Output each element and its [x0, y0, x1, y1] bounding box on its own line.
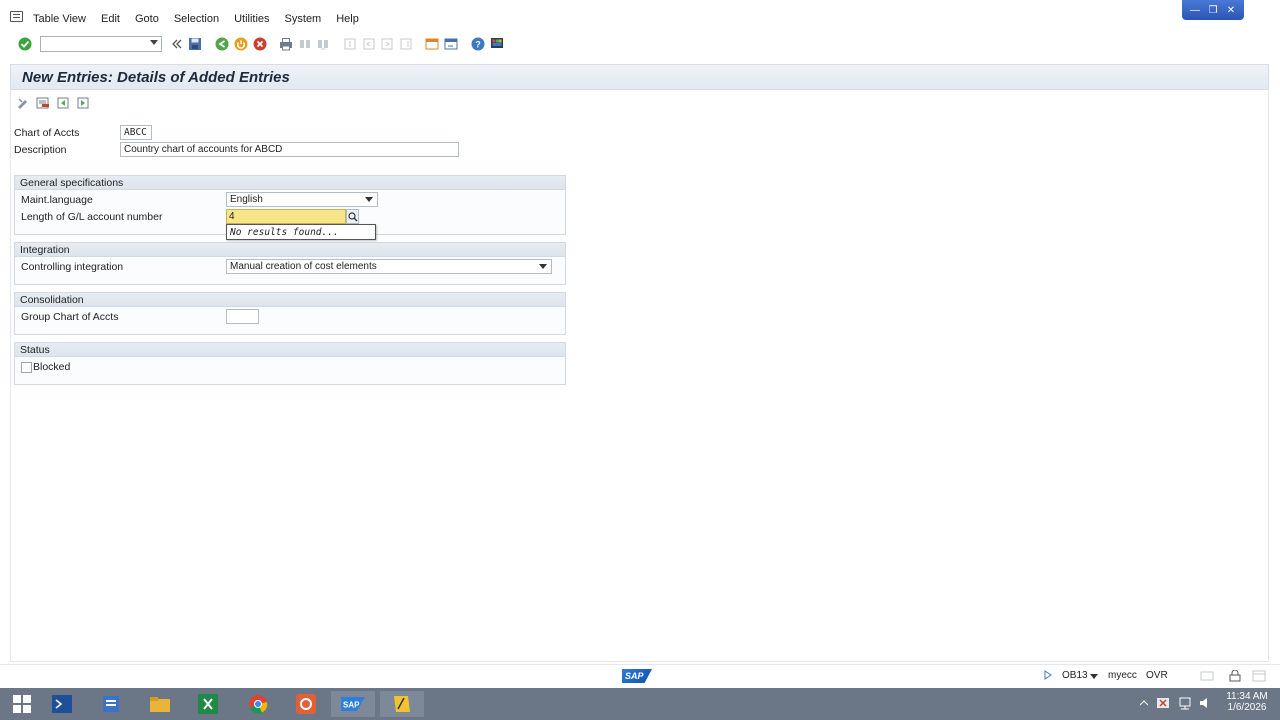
- menu-utilities[interactable]: Utilities: [234, 13, 269, 25]
- transaction-code[interactable]: OB13: [1062, 670, 1088, 681]
- blocked-label: Blocked: [33, 361, 71, 373]
- chevron-down-icon[interactable]: [1090, 672, 1098, 683]
- chevron-down-icon[interactable]: [150, 40, 158, 45]
- clock-time: 11:34 AM: [1226, 691, 1268, 702]
- integration-title: Integration: [15, 243, 565, 257]
- previous-page-icon: [362, 37, 376, 51]
- svg-text:SAP: SAP: [343, 701, 360, 710]
- collapse-icon[interactable]: [170, 37, 184, 51]
- general-specifications-title: General specifications: [15, 176, 565, 190]
- maint-language-value: English: [230, 194, 263, 205]
- group-chart-field[interactable]: [226, 309, 259, 324]
- new-session-icon[interactable]: [425, 37, 439, 51]
- controlling-integration-label: Controlling integration: [21, 261, 124, 273]
- menu-help[interactable]: Help: [336, 13, 359, 25]
- description-label: Description: [14, 144, 67, 156]
- sap-gui-icon[interactable]: [380, 691, 424, 717]
- print-icon[interactable]: [279, 37, 293, 51]
- play-icon[interactable]: [1044, 670, 1052, 683]
- gl-length-label: Length of G/L account number: [21, 211, 163, 223]
- maint-language-label: Maint.language: [21, 194, 93, 206]
- chevron-down-icon[interactable]: [539, 264, 547, 269]
- find-icon: [298, 37, 312, 51]
- tray-security-icon[interactable]: [1156, 696, 1170, 713]
- menu-system[interactable]: System: [285, 13, 322, 25]
- cancel-icon[interactable]: [253, 37, 267, 51]
- menu-edit[interactable]: Edit: [101, 13, 120, 25]
- clock-date: 1/6/2026: [1227, 702, 1267, 713]
- menu-items: Table View Edit Goto Selection Utilities…: [33, 13, 374, 25]
- chrome-icon[interactable]: [236, 691, 280, 717]
- svg-text:?: ?: [475, 40, 481, 50]
- lock-icon[interactable]: [1228, 669, 1242, 685]
- chart-of-accts-field[interactable]: ABCC: [120, 125, 152, 140]
- recorder-icon[interactable]: [284, 691, 328, 717]
- status-group: Status: [14, 342, 566, 385]
- shortcut-icon[interactable]: [444, 37, 458, 51]
- clock[interactable]: 11:34 AM 1/6/2026: [1224, 691, 1270, 713]
- command-field[interactable]: [40, 36, 162, 52]
- first-page-icon: [343, 37, 357, 51]
- delete-icon[interactable]: [36, 96, 50, 110]
- display-change-icon[interactable]: [16, 96, 30, 110]
- menu-app-icon[interactable]: [10, 11, 23, 22]
- excel-icon[interactable]: [186, 691, 230, 717]
- page-title: New Entries: Details of Added Entries: [22, 69, 290, 86]
- file-explorer-icon[interactable]: [138, 691, 182, 717]
- next-entry-icon[interactable]: [76, 96, 90, 110]
- windows-start-icon[interactable]: [0, 691, 44, 717]
- next-page-icon: [380, 37, 394, 51]
- title-bar: New Entries: Details of Added Entries: [10, 64, 1269, 90]
- description-field[interactable]: Country chart of accounts for ABCD: [120, 142, 459, 157]
- tray-expand-icon[interactable]: [1139, 698, 1149, 709]
- previous-entry-icon[interactable]: [56, 96, 70, 110]
- search-icon: [347, 211, 357, 221]
- menu-table-view[interactable]: Table View: [33, 13, 86, 25]
- layout-icon[interactable]: [1252, 670, 1266, 685]
- chart-of-accts-label: Chart of Accts: [14, 127, 80, 139]
- gl-length-input[interactable]: 4: [226, 209, 346, 224]
- controlling-integration-value: Manual creation of cost elements: [230, 261, 377, 272]
- suggestion-popup: No results found...: [226, 224, 376, 240]
- save-icon[interactable]: [188, 37, 202, 51]
- back-icon[interactable]: [215, 37, 229, 51]
- application-toolbar: [16, 96, 90, 112]
- menu-selection[interactable]: Selection: [174, 13, 219, 25]
- powershell-icon[interactable]: [40, 691, 84, 717]
- last-page-icon: [399, 37, 413, 51]
- group-chart-label: Group Chart of Accts: [21, 311, 119, 323]
- menu-goto[interactable]: Goto: [135, 13, 159, 25]
- network-icon[interactable]: [1178, 696, 1192, 713]
- consolidation-title: Consolidation: [15, 293, 565, 307]
- exit-icon[interactable]: [234, 37, 248, 51]
- chevron-down-icon[interactable]: [365, 197, 373, 202]
- help-icon[interactable]: ?: [471, 37, 485, 51]
- server-manager-icon[interactable]: [90, 691, 134, 717]
- customize-layout-icon[interactable]: [490, 37, 504, 51]
- find-next-icon: [316, 37, 330, 51]
- input-mode[interactable]: OVR: [1146, 670, 1168, 681]
- controlling-integration-dropdown[interactable]: Manual creation of cost elements: [226, 259, 552, 274]
- speaker-icon[interactable]: [1198, 696, 1212, 713]
- value-help-button[interactable]: [346, 209, 359, 224]
- minimize-icon[interactable]: —: [1188, 3, 1202, 17]
- enter-icon[interactable]: [18, 37, 32, 51]
- window-controls: — ❐ ✕: [1182, 0, 1244, 20]
- blocked-checkbox[interactable]: [21, 362, 32, 373]
- system-name: myecc: [1108, 670, 1137, 681]
- status-field-icon: [1200, 671, 1214, 684]
- restore-icon[interactable]: ❐: [1206, 3, 1220, 17]
- close-icon[interactable]: ✕: [1224, 3, 1238, 17]
- status-title: Status: [15, 343, 565, 357]
- menu-bar: Table View Edit Goto Selection Utilities…: [0, 0, 1280, 34]
- sap-logon-icon[interactable]: SAP: [331, 691, 375, 717]
- maint-language-dropdown[interactable]: English: [226, 192, 378, 207]
